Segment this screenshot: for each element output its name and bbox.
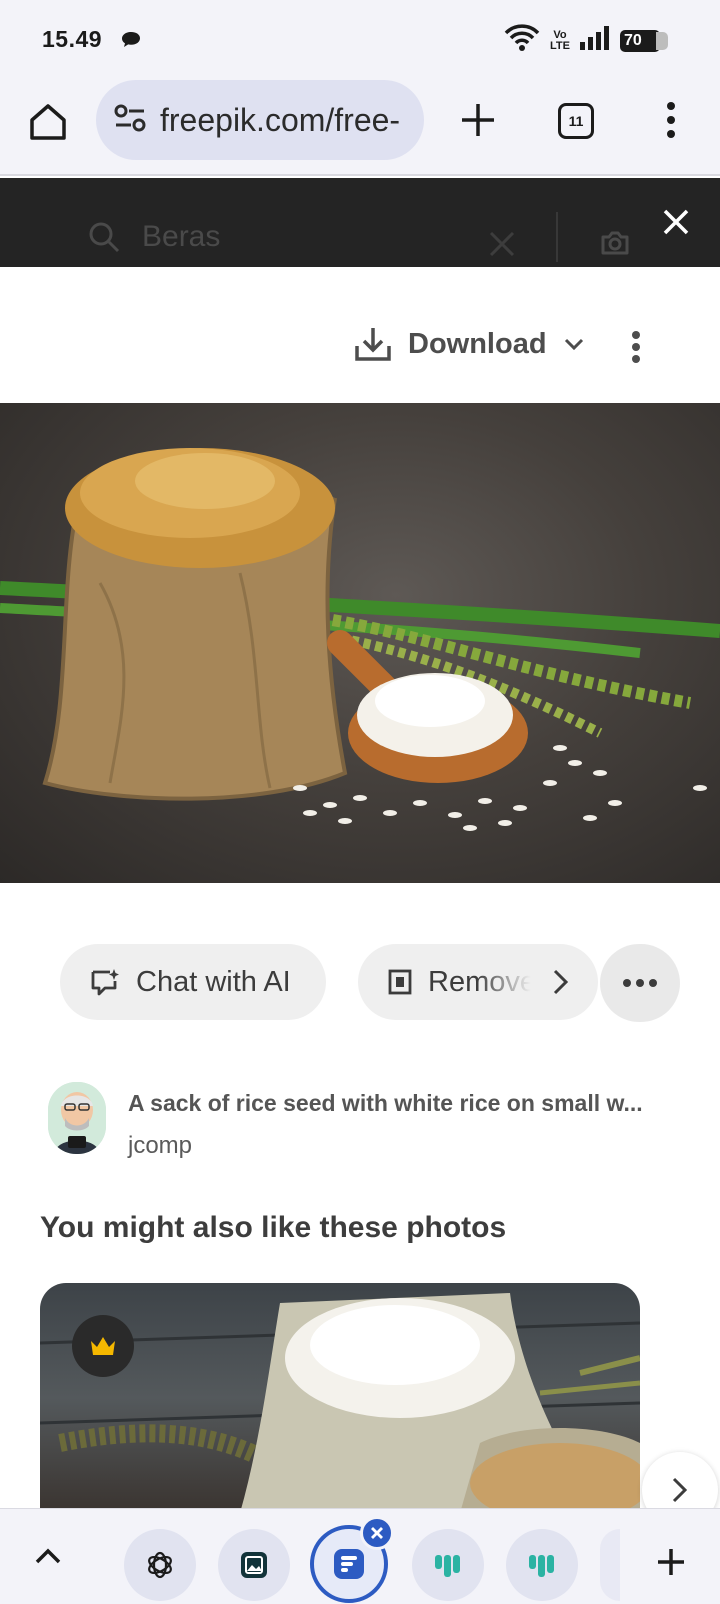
clear-search-icon[interactable] (488, 230, 516, 263)
image-icon (241, 1552, 267, 1578)
tab-switcher-button[interactable]: 11 (558, 103, 594, 139)
related-photo-card[interactable] (40, 1283, 640, 1513)
search-icon (89, 222, 120, 253)
volte-bottom-label: LTE (550, 39, 570, 52)
rice-sack-illustration (0, 448, 720, 831)
status-time: 15.49 (42, 26, 103, 52)
chat-with-ai-button[interactable]: Chat with AI (60, 944, 326, 1020)
more-dot-icon (636, 979, 644, 987)
related-photos-heading: You might also like these photos (40, 1211, 507, 1244)
download-button[interactable]: Download (354, 326, 585, 362)
home-button[interactable] (26, 100, 70, 144)
home-icon (30, 104, 66, 140)
close-icon (371, 1527, 383, 1539)
wifi-icon (504, 24, 540, 57)
chevron-up-icon[interactable] (34, 1547, 62, 1570)
more-tools-button[interactable] (600, 944, 680, 1022)
freepik-icon (334, 1549, 364, 1579)
camera-icon[interactable] (600, 230, 630, 261)
photo-title: A sack of rice seed with white rice on s… (128, 1090, 643, 1116)
browser-menu-button[interactable] (656, 98, 686, 142)
close-search-button[interactable] (662, 208, 690, 236)
chat-bubble-icon (120, 30, 142, 55)
volte-top-label: Vo (553, 28, 567, 41)
new-tab-button[interactable] (456, 98, 500, 142)
remove-background-label: Remove (428, 965, 536, 998)
main-photo[interactable] (0, 403, 720, 883)
chat-with-ai-label: Chat with AI (136, 965, 291, 998)
more-dot-icon (649, 979, 657, 987)
bottom-tab-strip (0, 1508, 720, 1604)
plus-icon (462, 104, 494, 136)
status-bar: 15.49 Vo LTE 70 (0, 0, 720, 80)
tab-chatgpt[interactable] (124, 1529, 196, 1601)
plus-icon[interactable] (656, 1547, 686, 1582)
tab-image-viewer[interactable] (218, 1529, 290, 1601)
site-settings-icon[interactable] (114, 104, 146, 137)
close-icon (663, 209, 689, 235)
volte-indicator: Vo LTE (550, 28, 570, 52)
signal-icon (580, 26, 610, 55)
bars-logo-icon (529, 1555, 554, 1577)
ai-chat-icon (91, 969, 119, 996)
search-header: Beras (0, 178, 720, 267)
more-vert-icon (632, 331, 640, 363)
related-rice-illustration (40, 1293, 640, 1513)
tab-count: 11 (568, 113, 584, 129)
search-input[interactable]: Beras (88, 220, 220, 254)
more-vert-icon (667, 102, 675, 138)
address-bar[interactable]: freepik.com/free- (96, 80, 424, 160)
crown-icon (91, 1337, 115, 1355)
chevron-down-icon (564, 338, 583, 351)
download-label: Download (408, 327, 547, 360)
author-name[interactable]: jcomp (128, 1132, 192, 1160)
download-icon (355, 328, 391, 361)
close-tab-button[interactable] (360, 1516, 394, 1550)
premium-badge (72, 1315, 134, 1377)
search-query: Beras (142, 220, 221, 253)
battery-level: 70 (624, 31, 642, 49)
more-dot-icon (623, 979, 631, 987)
search-divider (556, 212, 558, 262)
chevron-right-icon (672, 1477, 688, 1503)
chatgpt-icon (148, 1551, 172, 1579)
browser-toolbar: freepik.com/free- 11 (0, 80, 720, 176)
author-avatar-illustration (48, 1082, 106, 1154)
bars-logo-icon (435, 1555, 460, 1577)
more-options-button[interactable] (630, 330, 642, 369)
remove-bg-icon (388, 969, 412, 995)
tab-site-b[interactable] (506, 1529, 578, 1601)
author-avatar[interactable] (48, 1082, 106, 1154)
battery-indicator: 70 (620, 29, 668, 52)
tab-overflow[interactable] (600, 1529, 620, 1601)
chevron-right-icon[interactable] (552, 968, 570, 1001)
url-text: freepik.com/free- (160, 101, 401, 138)
tab-site-a[interactable] (412, 1529, 484, 1601)
